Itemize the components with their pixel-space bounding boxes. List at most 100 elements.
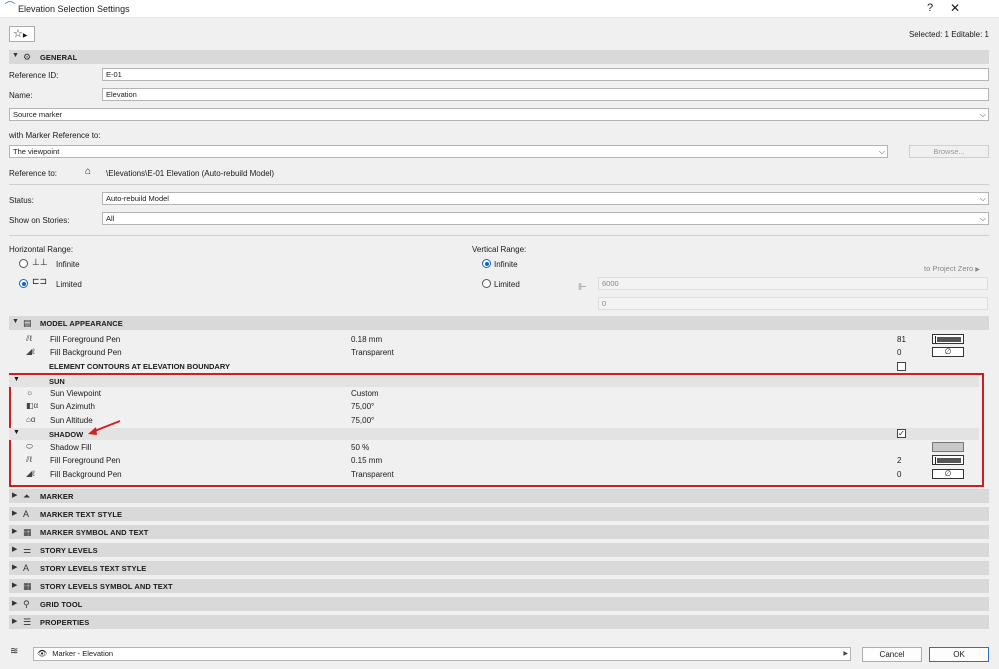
shadow-checkbox[interactable]: ✓ xyxy=(897,429,906,438)
section-properties-header[interactable]: ▶ ☰ PROPERTIES xyxy=(9,615,989,629)
marker-icon: ⏶ xyxy=(23,491,31,501)
section-story-levels-header[interactable]: ▶ ⚌ STORY LEVELS xyxy=(9,543,989,557)
row-name: Fill Foreground Pen xyxy=(50,456,121,465)
vertical-range-icon: ⊩ xyxy=(578,282,587,293)
status-value: Auto-rebuild Model xyxy=(106,194,169,203)
table-row[interactable]: ☼ Sun Viewpoint Custom xyxy=(9,387,989,400)
show-on-stories-value: All xyxy=(106,214,115,223)
shadow-subsection-header[interactable]: ▼ SHADOW xyxy=(9,428,979,440)
close-button[interactable]: ✕ xyxy=(950,1,960,15)
collapsed-arrow-icon: ▶ xyxy=(12,618,18,625)
pen-number: 0 xyxy=(897,348,902,357)
row-name: Sun Viewpoint xyxy=(50,389,101,398)
chevron-down-icon: ⌵ xyxy=(979,194,986,203)
row-value: 75,00° xyxy=(351,402,375,411)
subsection-label: SHADOW xyxy=(49,430,84,439)
fill-swatch[interactable] xyxy=(932,442,964,452)
story-levels-icon: ⚌ xyxy=(23,545,32,555)
row-name: Sun Azimuth xyxy=(50,402,95,411)
expand-arrow-icon: ▼ xyxy=(13,376,20,383)
star-icon: ☆ xyxy=(13,28,23,40)
status-dropdown[interactable]: Auto-rebuild Model ⌵ xyxy=(102,192,989,205)
section-model-appearance-header[interactable]: ▼ ▤ MODEL APPEARANCE xyxy=(9,316,989,330)
subsection-label: SUN xyxy=(49,377,65,386)
section-story-levels-text-style-header[interactable]: ▶ A STORY LEVELS TEXT STYLE xyxy=(9,561,989,575)
horizontal-infinite-label: Infinite xyxy=(56,260,80,269)
section-label: GRID TOOL xyxy=(40,600,83,609)
sun-azimuth-icon: ◧α xyxy=(26,401,39,410)
browse-button[interactable]: Browse... xyxy=(909,145,989,158)
grid-tool-icon: ⚲ xyxy=(23,599,30,609)
sun-icon: ☼ xyxy=(26,388,34,397)
window-title: Elevation Selection Settings xyxy=(18,4,130,14)
pen-swatch-transparent[interactable]: ∅ xyxy=(932,347,964,357)
ok-button[interactable]: OK xyxy=(929,647,989,662)
table-row[interactable]: ◧α Sun Azimuth 75,00° xyxy=(9,400,989,413)
show-on-stories-label: Show on Stories: xyxy=(9,216,70,225)
table-row[interactable]: ⫽ℓ Fill Foreground Pen 0.15 mm 2 xyxy=(9,454,989,467)
symbol-text-icon: ▦ xyxy=(23,527,32,537)
fill-foreground-pen-icon: ⫽ℓ xyxy=(26,455,33,464)
vertical-infinite-radio[interactable] xyxy=(482,259,491,268)
section-grid-tool-header[interactable]: ▶ ⚲ GRID TOOL xyxy=(9,597,989,611)
row-value: 0.15 mm xyxy=(351,456,383,465)
sun-altitude-icon: ⌂α xyxy=(26,415,36,424)
chevron-right-icon: ▶ xyxy=(975,267,980,273)
marker-reference-dropdown[interactable]: The viewpoint ⌵ xyxy=(9,145,888,158)
table-row[interactable]: ◢ℓ Fill Background Pen Transparent 0 ∅ xyxy=(9,468,989,481)
reference-to-value: \Elevations\E-01 Elevation (Auto-rebuild… xyxy=(106,169,275,178)
show-on-stories-dropdown[interactable]: All ⌵ xyxy=(102,212,989,225)
chevron-right-icon: ▶ xyxy=(22,33,28,39)
table-row[interactable]: ⌂α Sun Altitude 75,00° xyxy=(9,414,989,427)
table-row[interactable]: ⬭ Shadow Fill 50 % xyxy=(9,441,989,454)
table-row[interactable]: ⫽ℓ Fill Foreground Pen 0.18 mm 81 xyxy=(9,333,989,346)
row-name: Fill Background Pen xyxy=(50,470,122,479)
section-marker-symbol-text-header[interactable]: ▶ ▦ MARKER SYMBOL AND TEXT xyxy=(9,525,989,539)
section-label: GENERAL xyxy=(40,53,78,62)
horizontal-infinite-radio[interactable] xyxy=(19,259,28,268)
text-style-icon: A xyxy=(23,509,30,519)
name-input[interactable]: Elevation xyxy=(102,88,989,101)
contours-label: ELEMENT CONTOURS AT ELEVATION BOUNDARY xyxy=(49,362,230,371)
pen-swatch[interactable] xyxy=(932,455,964,465)
vertical-limited-label: Limited xyxy=(494,280,520,289)
help-button[interactable]: ? xyxy=(927,2,933,14)
section-story-levels-symbol-text-header[interactable]: ▶ ▦ STORY LEVELS SYMBOL AND TEXT xyxy=(9,579,989,593)
section-marker-text-style-header[interactable]: ▶ A MARKER TEXT STYLE xyxy=(9,507,989,521)
marker-reference-label: with Marker Reference to: xyxy=(9,131,101,140)
pen-swatch-transparent[interactable]: ∅ xyxy=(932,469,964,479)
horizontal-limited-radio[interactable] xyxy=(19,279,28,288)
title-bar: ⌒ Elevation Selection Settings ? ✕ xyxy=(0,0,999,18)
contours-checkbox[interactable] xyxy=(897,362,906,371)
pen-swatch[interactable] xyxy=(932,334,964,344)
section-label: MARKER SYMBOL AND TEXT xyxy=(40,528,149,537)
section-label: MODEL APPEARANCE xyxy=(40,319,123,328)
favorites-button[interactable]: ☆▶ xyxy=(9,26,35,42)
source-marker-dropdown[interactable]: Source marker ⌵ xyxy=(9,108,989,121)
fill-background-pen-icon: ◢ℓ xyxy=(26,347,35,356)
archicad-app-icon: ⌒ xyxy=(5,2,15,13)
vertical-top-input[interactable]: 6000 xyxy=(598,277,988,290)
section-general-header[interactable]: ▼ ⚙ GENERAL xyxy=(9,50,989,64)
shadow-fill-icon: ⬭ xyxy=(26,442,33,451)
home-icon: ⌂ xyxy=(85,166,92,177)
row-value: 50 % xyxy=(351,443,370,452)
reference-id-input[interactable]: E-01 xyxy=(102,68,989,81)
table-row[interactable]: ◢ℓ Fill Background Pen Transparent 0 ∅ xyxy=(9,346,989,359)
cancel-button[interactable]: Cancel xyxy=(862,647,922,662)
infinite-range-icon: ⊥⊥ xyxy=(32,257,48,267)
section-marker-header[interactable]: ▶ ⏶ MARKER xyxy=(9,489,989,503)
vertical-bottom-input[interactable]: 0 xyxy=(598,297,988,310)
vertical-limited-radio[interactable] xyxy=(482,279,491,288)
limited-range-icon: ⊏⊐ xyxy=(32,276,48,286)
fill-foreground-pen-icon: ⫽ℓ xyxy=(26,334,33,343)
contours-row[interactable]: ELEMENT CONTOURS AT ELEVATION BOUNDARY xyxy=(9,360,989,373)
collapsed-arrow-icon: ▶ xyxy=(12,510,18,517)
footer-bar: ≋ 👁 Marker - Elevation ▶ Cancel OK xyxy=(0,641,999,669)
horizontal-range-label: Horizontal Range: xyxy=(9,245,74,254)
layer-dropdown[interactable]: 👁 Marker - Elevation ▶ xyxy=(33,647,851,661)
to-project-zero-dropdown[interactable]: to Project Zero ▶ xyxy=(924,264,980,273)
section-label: STORY LEVELS xyxy=(40,546,98,555)
sun-subsection-header[interactable]: ▼ SUN xyxy=(9,375,979,387)
row-value: 75,00° xyxy=(351,416,375,425)
